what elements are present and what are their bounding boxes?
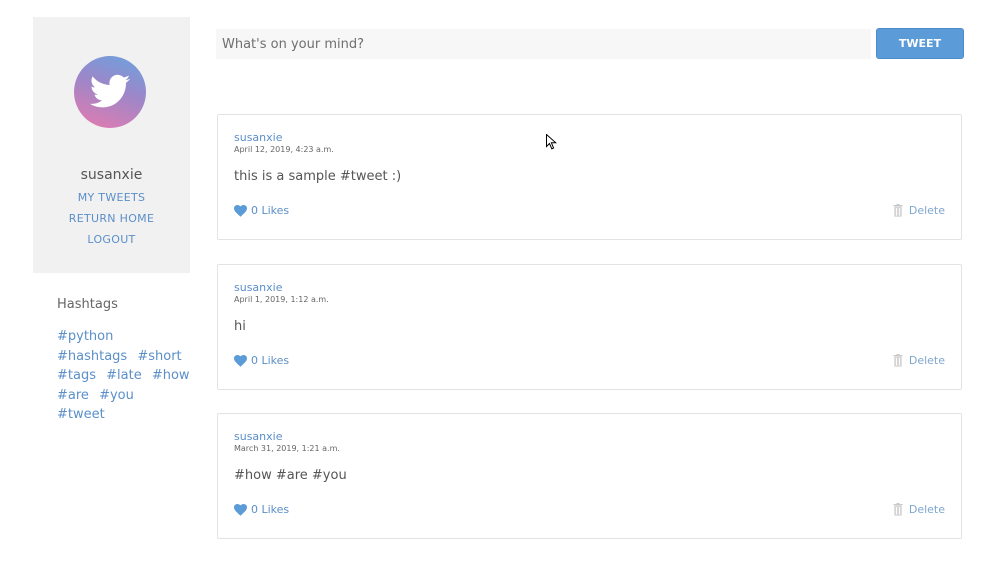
hashtag-link[interactable]: #are xyxy=(57,386,89,406)
tweet-card: susanxie April 1, 2019, 1:12 a.m. hi 0 L… xyxy=(217,264,962,390)
hashtag-link[interactable]: #hashtags xyxy=(57,347,127,367)
hashtag-list: #python #hashtags #short #tags #late #ho… xyxy=(57,327,197,425)
tweet-compose-input[interactable] xyxy=(216,29,871,59)
like-button[interactable]: 0 Likes xyxy=(234,503,289,516)
hashtags-heading: Hashtags xyxy=(57,297,118,312)
hashtag-link[interactable]: #you xyxy=(99,386,134,406)
hashtag-link[interactable]: #python xyxy=(57,327,113,347)
delete-button[interactable]: Delete xyxy=(893,503,945,516)
heart-icon xyxy=(234,503,247,516)
hashtag-link[interactable]: #tags xyxy=(57,366,96,386)
avatar xyxy=(74,56,146,128)
tweet-timestamp: April 1, 2019, 1:12 a.m. xyxy=(234,295,329,304)
tweet-author-link[interactable]: susanxie xyxy=(234,430,282,443)
like-count: 0 Likes xyxy=(251,354,290,367)
trash-icon xyxy=(893,204,903,217)
tweet-timestamp: March 31, 2019, 1:21 a.m. xyxy=(234,444,340,453)
hashtag-link[interactable]: #how xyxy=(152,366,190,386)
tweet-author-link[interactable]: susanxie xyxy=(234,131,282,144)
hashtag-link[interactable]: #short xyxy=(137,347,181,367)
trash-icon xyxy=(893,503,903,516)
delete-button[interactable]: Delete xyxy=(893,204,945,217)
logout-link[interactable]: LOGOUT xyxy=(33,233,190,246)
bird-icon xyxy=(89,74,131,108)
like-count: 0 Likes xyxy=(251,204,290,217)
tweet-card: susanxie April 12, 2019, 4:23 a.m. this … xyxy=(217,114,962,240)
tweet-text: this is a sample #tweet :) xyxy=(234,169,402,184)
profile-card: susanxie MY TWEETS RETURN HOME LOGOUT xyxy=(33,17,190,273)
trash-icon xyxy=(893,354,903,367)
tweet-timestamp: April 12, 2019, 4:23 a.m. xyxy=(234,145,334,154)
tweet-card: susanxie March 31, 2019, 1:21 a.m. #how … xyxy=(217,413,962,539)
my-tweets-link[interactable]: MY TWEETS xyxy=(33,191,190,204)
hashtag-link[interactable]: #tweet xyxy=(57,405,105,425)
like-button[interactable]: 0 Likes xyxy=(234,204,289,217)
like-button[interactable]: 0 Likes xyxy=(234,354,289,367)
mouse-cursor-icon xyxy=(546,134,557,150)
like-count: 0 Likes xyxy=(251,503,290,516)
tweet-button[interactable]: TWEET xyxy=(876,28,964,59)
heart-icon xyxy=(234,204,247,217)
tweet-text: hi xyxy=(234,319,246,334)
delete-label: Delete xyxy=(908,204,945,217)
tweet-text: #how #are #you xyxy=(234,468,347,483)
profile-username: susanxie xyxy=(80,167,143,183)
return-home-link[interactable]: RETURN HOME xyxy=(33,212,190,225)
tweet-author-link[interactable]: susanxie xyxy=(234,281,282,294)
hashtag-link[interactable]: #late xyxy=(106,366,142,386)
delete-button[interactable]: Delete xyxy=(893,354,945,367)
page: susanxie MY TWEETS RETURN HOME LOGOUT Ha… xyxy=(0,0,1008,562)
heart-icon xyxy=(234,354,247,367)
delete-label: Delete xyxy=(908,503,945,516)
delete-label: Delete xyxy=(908,354,945,367)
